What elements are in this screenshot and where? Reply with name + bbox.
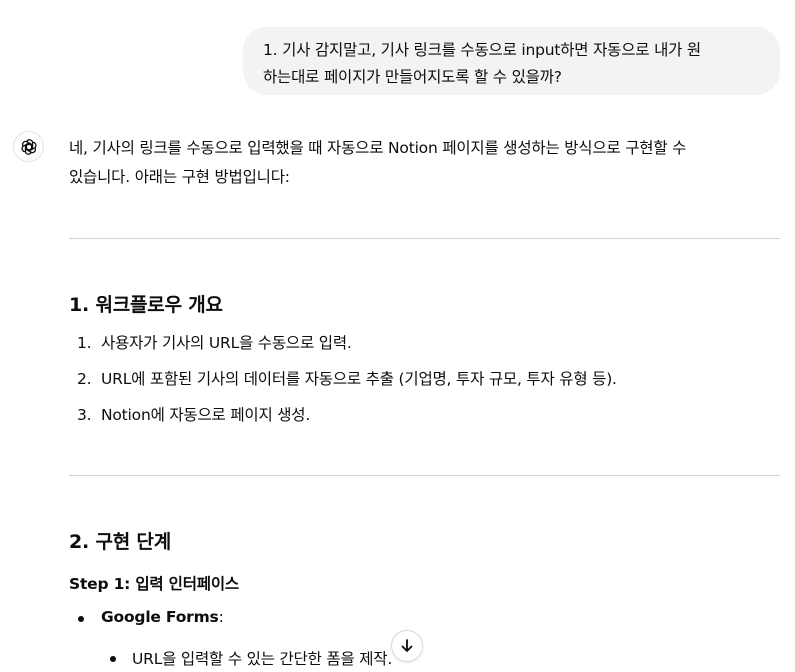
bullet-rest-text: :	[218, 608, 224, 626]
list-item: 3. Notion에 자동으로 페이지 생성.	[77, 403, 310, 425]
user-message-bubble: 1. 기사 감지말고, 기사 링크를 수동으로 input하면 자동으로 내가 …	[243, 27, 780, 95]
sub-bullet-dot	[110, 656, 116, 662]
list-item-text: URL에 포함된 기사의 데이터를 자동으로 추출 (기업명, 투자 규모, 투…	[101, 370, 617, 388]
intro-line-1: 네, 기사의 링크를 수동으로 입력했을 때 자동으로 Notion 페이지를 …	[69, 139, 687, 157]
step-label: Step 1:	[69, 575, 131, 593]
step-heading: Step 1: 입력 인터페이스	[69, 572, 239, 594]
user-message-line-2: 하는대로 페이지가 만들어지도록 할 수 있을까?	[263, 68, 562, 86]
arrow-down-icon	[401, 639, 413, 652]
scroll-to-bottom-button[interactable]	[391, 630, 423, 662]
step-title: 입력 인터페이스	[130, 575, 239, 593]
chat-page: 1. 기사 감지말고, 기사 링크를 수동으로 input하면 자동으로 내가 …	[0, 0, 795, 672]
assistant-intro-paragraph: 네, 기사의 링크를 수동으로 입력했을 때 자동으로 Notion 페이지를 …	[69, 134, 781, 192]
list-item: 2. URL에 포함된 기사의 데이터를 자동으로 추출 (기업명, 투자 규모,…	[77, 367, 617, 389]
bullet-bold-text: Google Forms	[101, 608, 219, 626]
list-item-text: Notion에 자동으로 페이지 생성.	[101, 406, 311, 424]
sub-bullet-item: URL을 입력할 수 있는 간단한 폼을 제작.	[132, 650, 393, 668]
openai-logo-icon	[20, 138, 37, 155]
section-heading-implementation: 2. 구현 단계	[69, 531, 171, 553]
user-message-line-1: 1. 기사 감지말고, 기사 링크를 수동으로 input하면 자동으로 내가 …	[263, 41, 701, 59]
list-item-number: 2.	[77, 370, 92, 388]
list-item-number: 1.	[77, 334, 92, 352]
divider	[69, 238, 780, 239]
list-item: 1. 사용자가 기사의 URL을 수동으로 입력.	[77, 331, 352, 353]
list-item-text: 사용자가 기사의 URL을 수동으로 입력.	[101, 334, 352, 352]
divider	[69, 475, 780, 476]
section-heading-workflow: 1. 워크플로우 개요	[69, 294, 223, 316]
bullet-dot	[78, 616, 84, 622]
list-item-number: 3.	[77, 406, 92, 424]
intro-line-2: 있습니다. 아래는 구현 방법입니다:	[69, 168, 290, 186]
assistant-avatar	[13, 131, 44, 162]
bullet-item-google-forms: Google Forms:	[101, 608, 224, 626]
